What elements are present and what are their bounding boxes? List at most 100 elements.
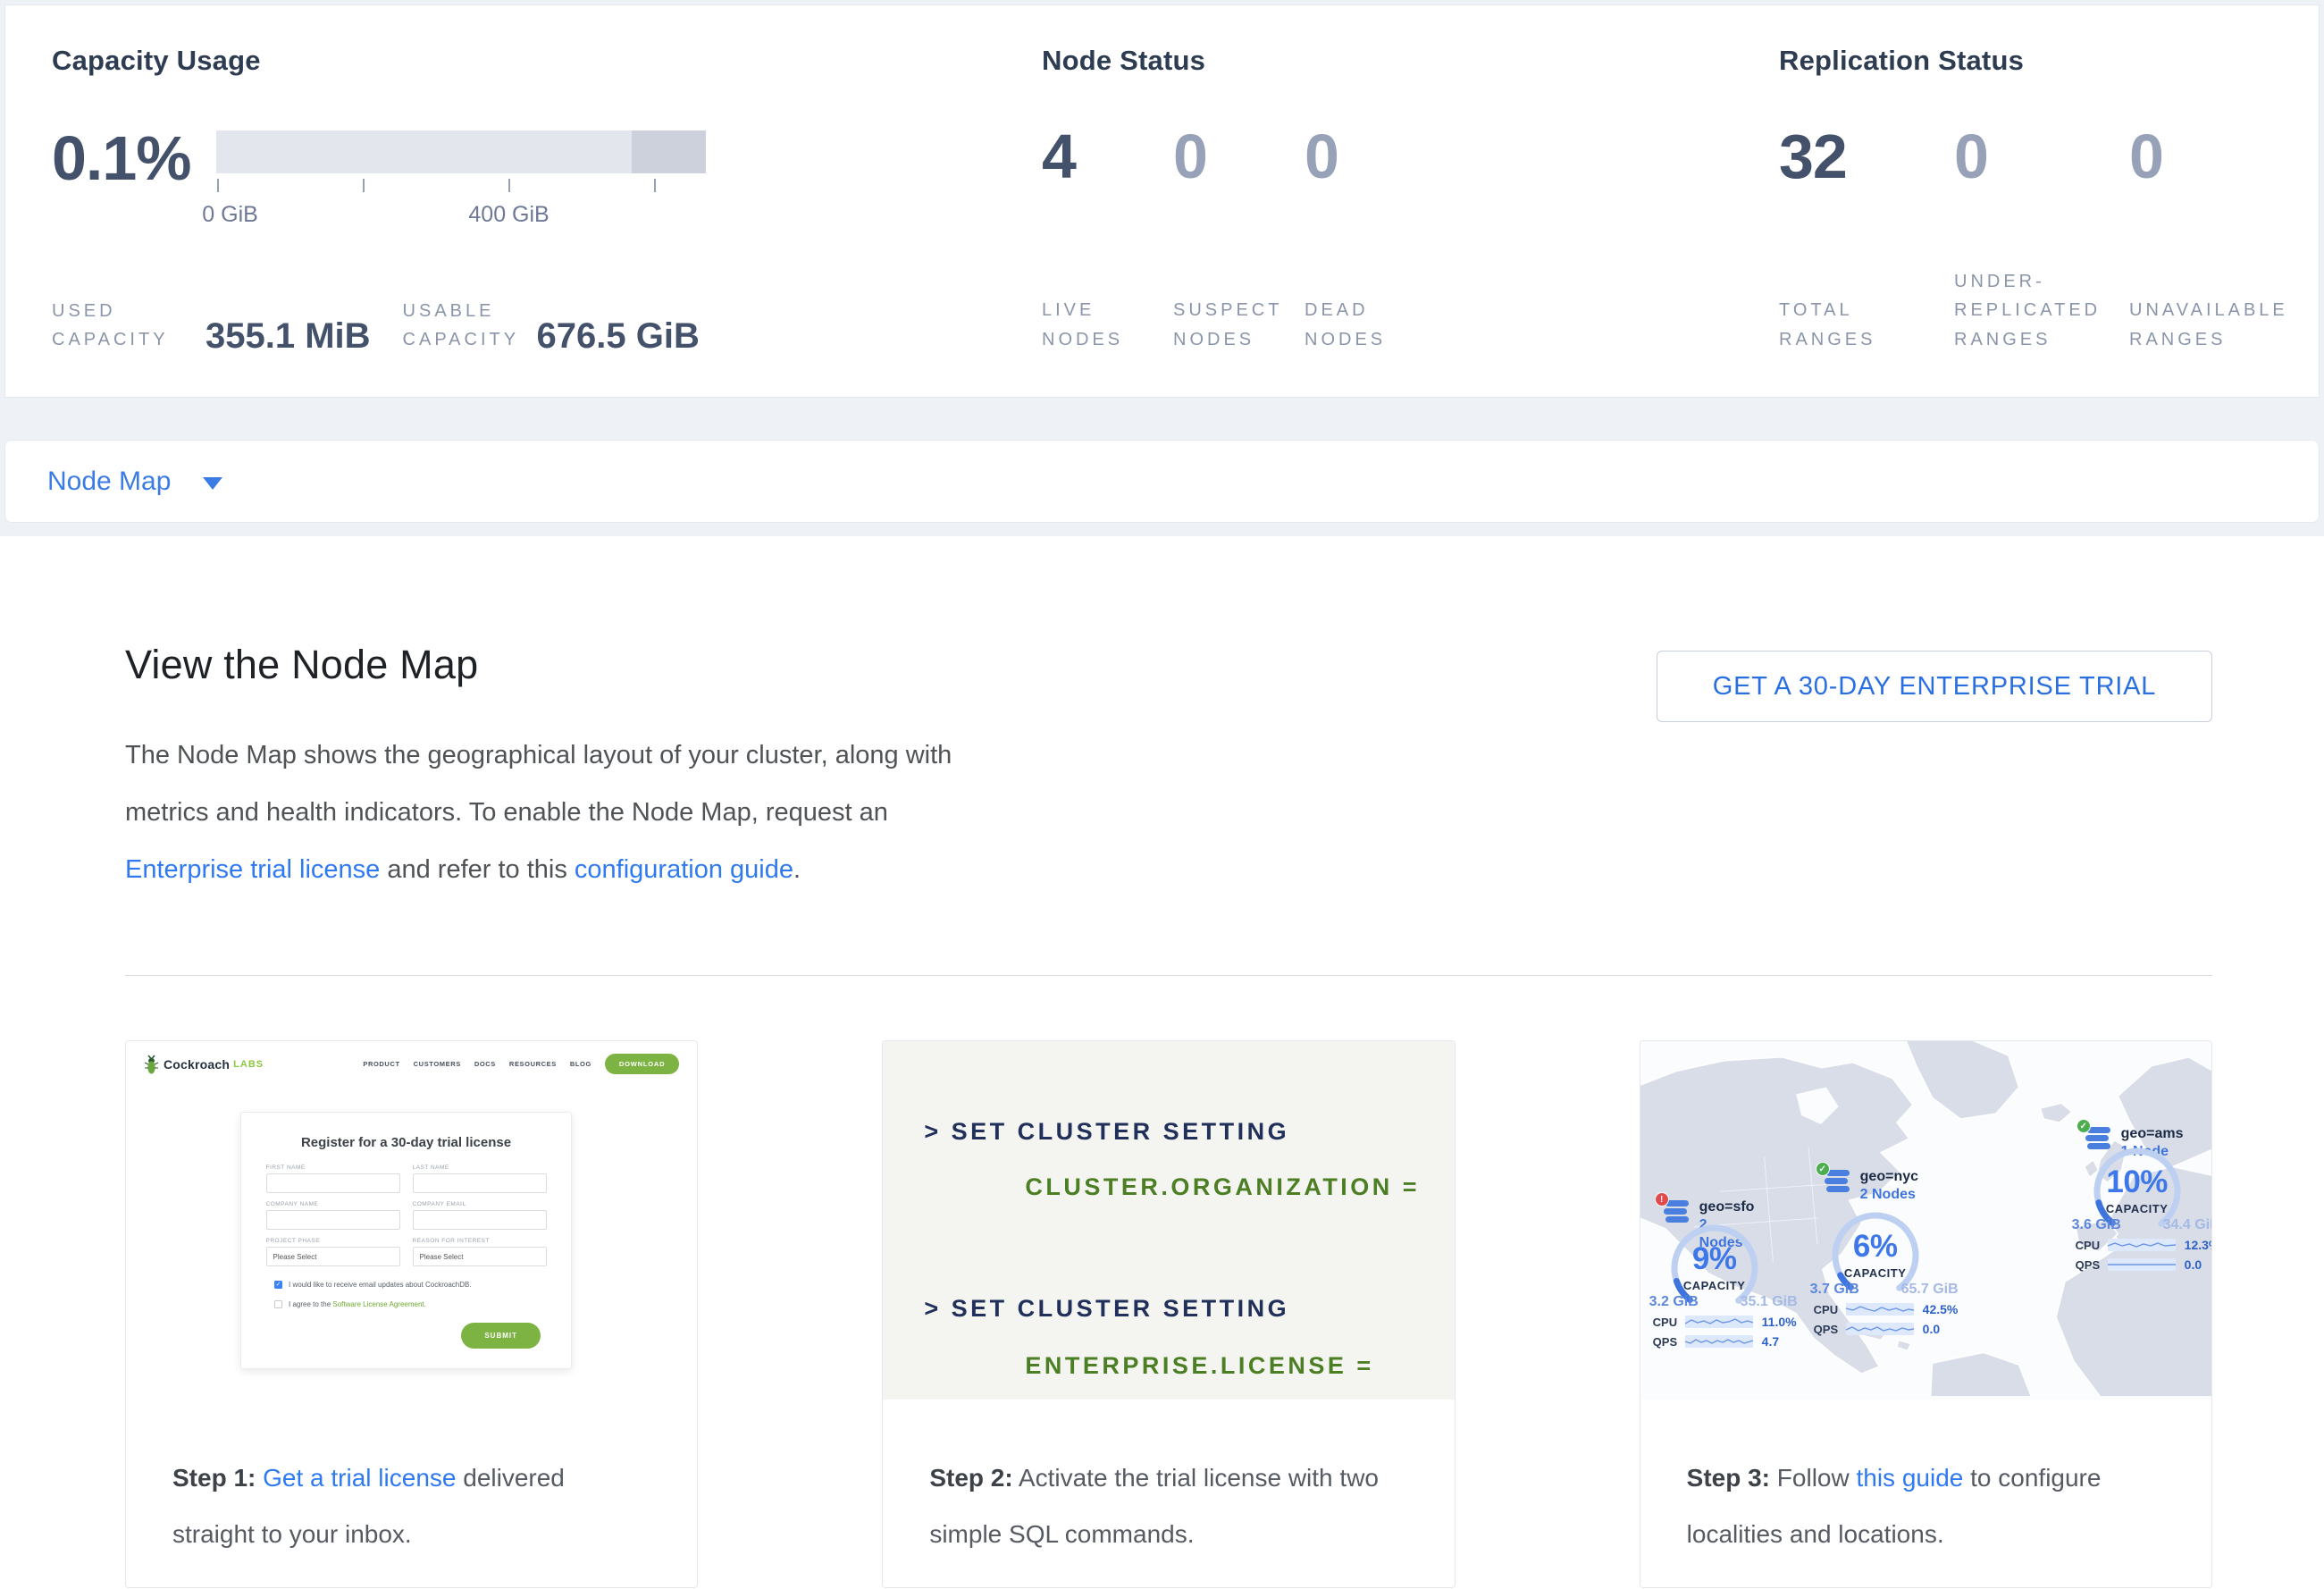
axis-tick [654, 179, 656, 192]
mini-checkbox-label: I agree to the Software License Agreemen… [289, 1300, 426, 1308]
capacity-usage-title: Capacity Usage [52, 45, 1042, 77]
mini-field-label: COMPANY EMAIL [413, 1201, 547, 1207]
step-label: Step 1: [172, 1464, 256, 1492]
mini-site-nav-links: PRODUCT CUSTOMERS DOCS RESOURCES BLOG DO… [363, 1054, 679, 1074]
axis-tick-label: 400 GiB [468, 202, 549, 228]
cpu-metric-row: CPU 42.5% [1814, 1302, 1975, 1316]
mini-field: COMPANY NAME [266, 1201, 400, 1230]
intro-text: . [793, 855, 801, 884]
gauge-values: 3.7 GiB 65.7 GiB [1810, 1282, 1959, 1298]
database-icon: ✓ [1823, 1168, 1853, 1195]
qps-sparkline [1685, 1335, 1753, 1348]
gauge-values: 3.6 GiB 34.4 GiB [2072, 1217, 2212, 1233]
gauge-values: 3.2 GiB 35.1 GiB [1649, 1294, 1798, 1310]
replication-status-title: Replication Status [1779, 45, 2319, 77]
mini-form-title: Register for a 30-day trial license [241, 1135, 571, 1150]
cluster-overview-page: Capacity Usage 0.1% 0 GiB 400 GiB [0, 0, 2324, 1589]
get-trial-license-link[interactable]: Get a trial license [263, 1464, 456, 1492]
mini-text-input [266, 1173, 400, 1193]
capacity-usage-section: Capacity Usage 0.1% 0 GiB 400 GiB [52, 45, 1042, 354]
cpu-sparkline [1685, 1316, 1753, 1328]
mini-nav-item: DOCS [474, 1060, 496, 1068]
qps-value: 0.0 [1923, 1322, 1940, 1336]
used-capacity: 3.6 GiB [2072, 1217, 2121, 1233]
mini-license-agreement-link: Software License Agreement. [332, 1300, 426, 1308]
cpu-label: CPU [1814, 1303, 1846, 1316]
mini-field: PROJECT PHASE Please Select [266, 1238, 400, 1266]
cpu-sparkline [1846, 1303, 1914, 1316]
mini-field-label: REASON FOR INTEREST [413, 1238, 547, 1244]
sql-command-line: > SET CLUSTER SETTING [924, 1297, 1454, 1321]
axis-tick [508, 179, 510, 192]
replication-status-section: Replication Status 32 TOTAL RANGES 0 UND… [1779, 45, 2319, 354]
step-label: Step 2: [929, 1464, 1012, 1492]
enterprise-trial-license-link[interactable]: Enterprise trial license [125, 855, 380, 884]
replication-status-groups: 32 TOTAL RANGES 0 UNDER-REPLICATED RANGE… [1779, 125, 2319, 354]
mini-nav-item: BLOG [570, 1060, 591, 1068]
cpu-metric-row: CPU 12.3% [2076, 1238, 2212, 1252]
caret-down-icon [203, 477, 222, 490]
qps-label: QPS [1653, 1335, 1685, 1349]
total-ranges-stat: 32 TOTAL RANGES [1779, 125, 1954, 354]
total-ranges-label: TOTAL RANGES [1779, 296, 1877, 354]
step-label: Step 3: [1687, 1464, 1770, 1492]
mini-field-label: FIRST NAME [266, 1164, 400, 1171]
cpu-metric-row: CPU 11.0% [1653, 1315, 1814, 1329]
trial-license-screenshot: Cockroach LABS PRODUCT CUSTOMERS DOCS RE… [126, 1041, 697, 1400]
step-1-card: Cockroach LABS PRODUCT CUSTOMERS DOCS RE… [125, 1040, 698, 1588]
used-capacity-value: 355.1 MiB [206, 318, 371, 354]
intro-text: The Node Map shows the geographical layo… [125, 741, 952, 827]
cpu-value: 12.3% [2185, 1238, 2212, 1252]
node-status-groups: 4 LIVE NODES 0 SUSPECT NODES 0 DEAD NODE… [1042, 125, 1779, 354]
mini-field-label: LAST NAME [413, 1164, 547, 1171]
capacity-bar-dark-segment [632, 130, 705, 173]
unavailable-ranges-stat: 0 UNAVAILABLE RANGES [2129, 125, 2304, 354]
intro-text-block: View the Node Map The Node Map shows the… [125, 642, 1005, 898]
configuration-guide-link[interactable]: configuration guide [575, 855, 793, 884]
suspect-nodes-value: 0 [1173, 125, 1305, 188]
node-map-promo-section: View the Node Map The Node Map shows the… [0, 536, 2324, 1589]
intro-row: View the Node Map The Node Map shows the… [0, 536, 2324, 898]
cpu-sparkline [2108, 1239, 2176, 1251]
qps-sparkline [1846, 1323, 1914, 1335]
total-capacity: 34.4 GiB [2163, 1217, 2212, 1233]
under-replicated-ranges-value: 0 [1954, 125, 2129, 188]
get-enterprise-trial-button[interactable]: GET A 30-DAY ENTERPRISE TRIAL [1657, 651, 2212, 722]
mini-nav-item: CUSTOMERS [414, 1060, 461, 1068]
qps-value: 4.7 [1762, 1334, 1779, 1349]
cpu-label: CPU [1653, 1316, 1685, 1329]
suspect-nodes-stat: 0 SUSPECT NODES [1173, 125, 1305, 354]
mini-checkbox-label: I would like to receive email updates ab… [289, 1281, 472, 1289]
mini-text-input [266, 1210, 400, 1230]
capacity-percent: 0.1% [52, 127, 191, 189]
cluster-labels: geo=nyc 2 Nodes [1860, 1168, 1918, 1204]
gauge-percent: 9% [1648, 1241, 1782, 1277]
sql-setting-line: ENTERPRISE.LICENSE = [1025, 1354, 1454, 1378]
mini-field-label: PROJECT PHASE [266, 1238, 400, 1244]
sql-commands-panel: > SET CLUSTER SETTING CLUSTER.ORGANIZATI… [883, 1041, 1454, 1400]
gauge-capacity-label: CAPACITY [1648, 1279, 1782, 1292]
capacity-axis: 0 GiB 400 GiB [216, 179, 706, 232]
mini-checkbox-text: I agree to the [289, 1300, 332, 1308]
capacity-progress-bar [216, 130, 706, 173]
caption-text [256, 1464, 263, 1492]
caption-text: Follow [1770, 1464, 1856, 1492]
unchecked-checkbox-icon [274, 1300, 282, 1308]
qps-metric-row: QPS 4.7 [1653, 1334, 1814, 1349]
steps-cards-row: Cockroach LABS PRODUCT CUSTOMERS DOCS RE… [125, 1040, 2212, 1588]
mini-field: COMPANY EMAIL [413, 1201, 547, 1230]
cluster-header: ✓ geo=nyc 2 Nodes [1823, 1168, 1918, 1204]
sql-command-line: > SET CLUSTER SETTING [924, 1120, 1454, 1144]
cpu-label: CPU [2076, 1239, 2108, 1252]
this-guide-link[interactable]: this guide [1856, 1464, 1963, 1492]
total-ranges-value: 32 [1779, 125, 1954, 188]
cluster-name: geo=sfo [1699, 1198, 1755, 1216]
cluster-summary-panel: Capacity Usage 0.1% 0 GiB 400 GiB [4, 4, 2320, 398]
node-map-dropdown[interactable]: Node Map [47, 467, 222, 497]
axis-tick [217, 179, 219, 192]
intro-text: and refer to this [380, 855, 575, 884]
mini-field: REASON FOR INTEREST Please Select [413, 1238, 547, 1266]
mini-text-input [413, 1210, 547, 1230]
used-capacity: 3.7 GiB [1810, 1282, 1859, 1298]
mini-checkbox-row: ✓ I would like to receive email updates … [274, 1281, 571, 1289]
